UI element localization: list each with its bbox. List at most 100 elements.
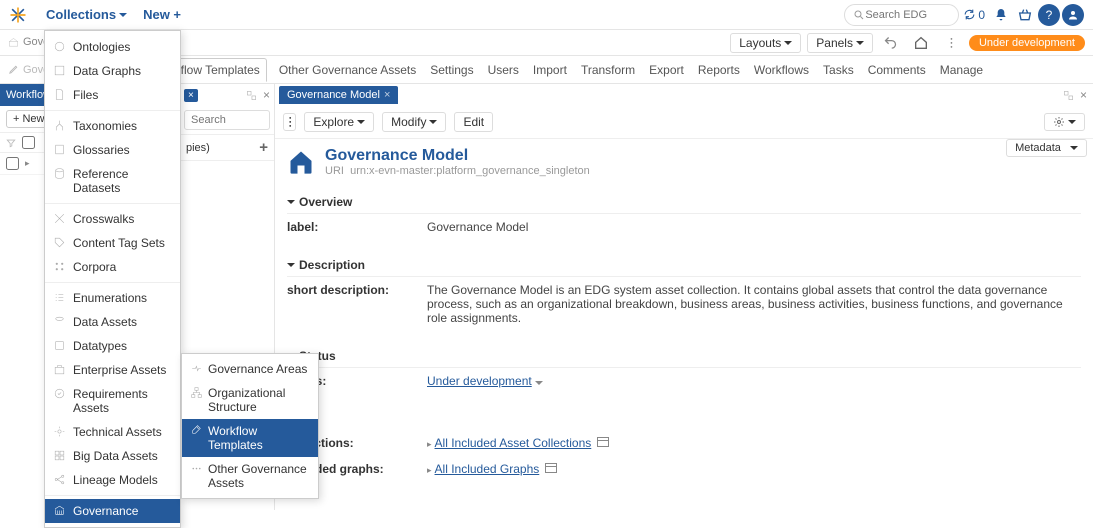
- help-button[interactable]: ?: [1037, 3, 1061, 27]
- included-collections-link[interactable]: All Included Asset Collections: [435, 436, 592, 450]
- section-partial[interactable]: es: [287, 404, 1081, 430]
- caret-down-icon[interactable]: [535, 381, 543, 385]
- top-bar: Collections New + 0 ?: [0, 0, 1093, 30]
- panels-button[interactable]: Panels: [807, 33, 873, 53]
- menu-item[interactable]: Import: [531, 59, 569, 81]
- edit-button[interactable]: Edit: [454, 112, 493, 132]
- new-menu-button[interactable]: New +: [135, 3, 189, 26]
- settings-gear-button[interactable]: [1044, 113, 1085, 131]
- menu-item[interactable]: Tasks: [821, 59, 856, 81]
- caret-down-icon: [287, 263, 295, 267]
- included-graphs-link[interactable]: All Included Graphs: [435, 462, 540, 476]
- gear-icon: [1053, 116, 1065, 128]
- undo-button[interactable]: [879, 31, 903, 55]
- caret-down-icon: [784, 41, 792, 45]
- governance-submenu[interactable]: Governance Areas Organizational Structur…: [181, 353, 319, 499]
- menu-item[interactable]: Manage: [938, 59, 985, 81]
- window-icon[interactable]: [597, 437, 609, 447]
- user-avatar-button[interactable]: [1061, 3, 1085, 27]
- sm-governance-areas[interactable]: Governance Areas: [182, 357, 318, 381]
- app-logo: [8, 5, 28, 25]
- kv-included-graphs: included graphs: ▸All Included Graphs: [287, 456, 1081, 482]
- funnel-icon: [6, 138, 16, 148]
- dd-ontologies[interactable]: Ontologies: [45, 35, 180, 59]
- middle-row[interactable]: pies) +: [180, 134, 274, 161]
- expand-icon[interactable]: ▸: [427, 465, 432, 475]
- menu-item[interactable]: Settings: [428, 59, 475, 81]
- menu-item[interactable]: Transform: [579, 59, 637, 81]
- governance-home-icon: [287, 148, 315, 176]
- panel-tab-close[interactable]: ×: [184, 89, 198, 102]
- metadata-button[interactable]: Metadata: [1006, 139, 1087, 157]
- menu-item[interactable]: Comments: [866, 59, 928, 81]
- sync-indicator[interactable]: 0: [959, 8, 989, 22]
- basket-icon: [1017, 7, 1033, 23]
- dd-content-tag-sets[interactable]: Content Tag Sets: [45, 231, 180, 255]
- expand-panel-icon[interactable]: [246, 90, 257, 101]
- kv-included-collections: collections: ▸All Included Asset Collect…: [287, 430, 1081, 456]
- row-checkbox[interactable]: [6, 157, 19, 170]
- explore-button[interactable]: Explore: [304, 112, 374, 132]
- section-description[interactable]: Description: [287, 250, 1081, 277]
- status-link[interactable]: Under development: [427, 374, 532, 388]
- right-toolbar: ●●● Explore Modify Edit: [275, 106, 1093, 139]
- section-overview[interactable]: Overview: [287, 187, 1081, 214]
- dd-lineage-models[interactable]: Lineage Models: [45, 468, 180, 492]
- caret-down-icon: [1068, 120, 1076, 124]
- collections-dropdown[interactable]: Ontologies Data Graphs Files Taxonomies …: [44, 30, 181, 528]
- sm-workflow-templates[interactable]: Workflow Templates: [182, 419, 318, 457]
- menu-item[interactable]: Reports: [696, 59, 742, 81]
- dd-enumerations[interactable]: Enumerations: [45, 286, 180, 310]
- global-search-input[interactable]: [865, 9, 945, 21]
- dd-big-data-assets[interactable]: Big Data Assets: [45, 444, 180, 468]
- sm-org-structure[interactable]: Organizational Structure: [182, 381, 318, 419]
- dd-glossaries[interactable]: Glossaries: [45, 138, 180, 162]
- dd-taxonomies[interactable]: Taxonomies: [45, 114, 180, 138]
- basket-button[interactable]: [1013, 3, 1037, 27]
- kv-short-description: short description:The Governance Model i…: [287, 277, 1081, 331]
- window-icon[interactable]: [545, 463, 557, 473]
- menu-item[interactable]: Export: [647, 59, 686, 81]
- dd-enterprise-assets[interactable]: Enterprise Assets: [45, 358, 180, 382]
- filter-checkbox[interactable]: [22, 136, 35, 149]
- notifications-button[interactable]: [989, 3, 1013, 27]
- menu-item[interactable]: Workflows: [752, 59, 811, 81]
- collections-menu-button[interactable]: Collections: [38, 3, 135, 26]
- caret-down-icon: [1070, 146, 1078, 150]
- undo-icon: [883, 35, 898, 50]
- right-panel-tab[interactable]: Governance Model×: [279, 86, 398, 104]
- caret-down-icon: [856, 41, 864, 45]
- sync-icon: [963, 8, 976, 21]
- governance-icon: [8, 37, 19, 48]
- dd-datagraphs[interactable]: Data Graphs: [45, 59, 180, 83]
- dd-technical-assets[interactable]: Technical Assets: [45, 420, 180, 444]
- dd-crosswalks[interactable]: Crosswalks: [45, 207, 180, 231]
- dd-data-assets[interactable]: Data Assets: [45, 310, 180, 334]
- menu-item[interactable]: Other Governance Assets: [277, 59, 418, 81]
- dd-files[interactable]: Files: [45, 83, 180, 107]
- expand-icon[interactable]: ▸: [427, 439, 432, 449]
- section-status[interactable]: Status: [287, 341, 1081, 368]
- close-tab-icon[interactable]: ×: [384, 89, 390, 101]
- sm-other-governance-assets[interactable]: Other Governance Assets: [182, 457, 318, 495]
- global-search[interactable]: [844, 4, 959, 26]
- search-icon: [853, 9, 865, 21]
- layouts-button[interactable]: Layouts: [730, 33, 801, 53]
- dd-corpora[interactable]: Corpora: [45, 255, 180, 279]
- middle-search-input[interactable]: [184, 110, 270, 130]
- caret-down-icon: [429, 120, 437, 124]
- dd-datatypes[interactable]: Datatypes: [45, 334, 180, 358]
- close-panel-button[interactable]: ×: [263, 88, 270, 102]
- kebab-menu-button[interactable]: ●●●: [939, 31, 963, 55]
- dd-ref-datasets[interactable]: Reference Datasets: [45, 162, 180, 200]
- dd-requirements-assets[interactable]: Requirements Assets: [45, 382, 180, 420]
- menu-item[interactable]: Users: [486, 59, 521, 81]
- expand-panel-icon[interactable]: [1063, 90, 1074, 101]
- dd-governance[interactable]: Governance: [45, 499, 180, 523]
- close-panel-button[interactable]: ×: [1080, 88, 1087, 102]
- title-row: Governance Model URI urn:x-evn-master:pl…: [287, 147, 1081, 177]
- home-button[interactable]: [909, 31, 933, 55]
- add-icon[interactable]: +: [259, 139, 268, 156]
- panel-menu-button[interactable]: ●●●: [283, 113, 296, 131]
- modify-button[interactable]: Modify: [382, 112, 446, 132]
